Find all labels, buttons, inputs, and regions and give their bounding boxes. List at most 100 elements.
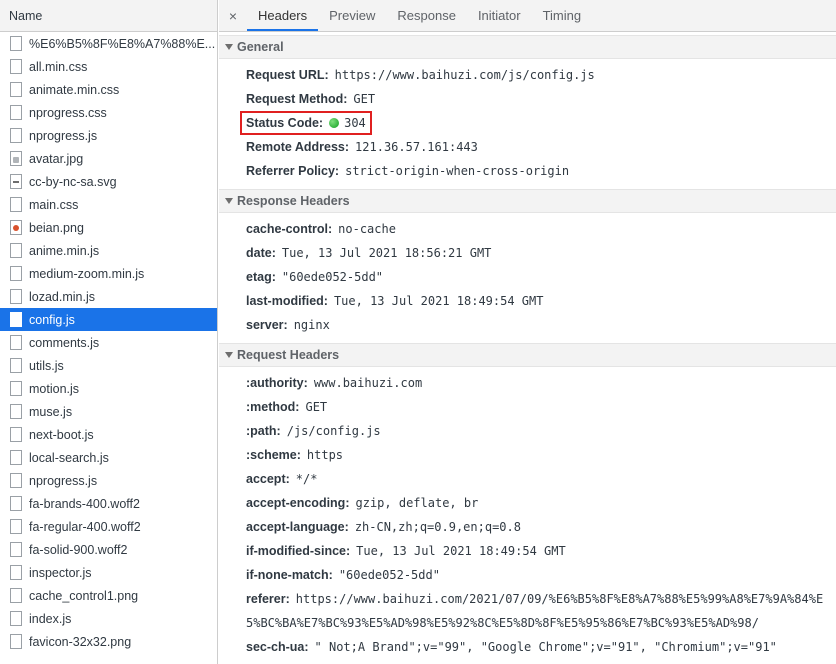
document-icon (10, 565, 22, 580)
request-list-item-name: motion.js (29, 381, 80, 396)
tab-initiator[interactable]: Initiator (467, 0, 532, 31)
request-list-item-name: animate.min.css (29, 82, 120, 97)
response-header-row: last-modified: Tue, 13 Jul 2021 18:49:54 … (219, 289, 836, 313)
request-list-item-name: nprogress.js (29, 473, 98, 488)
status-code-key: Status Code: (246, 116, 324, 130)
request-list-item[interactable]: main.css (0, 193, 217, 216)
request-list-item[interactable]: index.js (0, 607, 217, 630)
request-list-item-name: nprogress.css (29, 105, 107, 120)
name-column-header[interactable]: Name (0, 0, 217, 32)
request-url-row: Request URL: https://www.baihuzi.com/js/… (219, 63, 836, 87)
request-header-key: sec-ch-ua: (246, 640, 309, 654)
document-icon (10, 82, 22, 97)
document-icon (10, 519, 22, 534)
request-list-item[interactable]: %E6%B5%8F%E8%A7%88%E... (0, 32, 217, 55)
response-header-value: "60ede052-5dd" (281, 270, 384, 284)
request-list-item[interactable]: fa-regular-400.woff2 (0, 515, 217, 538)
request-list-item[interactable]: medium-zoom.min.js (0, 262, 217, 285)
request-header-key: :method: (246, 400, 300, 414)
request-list-item-name: inspector.js (29, 565, 92, 580)
document-icon (10, 105, 22, 120)
request-header-value: GET (305, 400, 328, 414)
request-list-item[interactable]: local-search.js (0, 446, 217, 469)
request-list-item[interactable]: nprogress.css (0, 101, 217, 124)
request-header-value: 5%BC%BA%E7%BC%93%E5%AD%98%E5%92%8C%E5%8D… (246, 616, 759, 630)
request-list-item[interactable]: cc-by-nc-sa.svg (0, 170, 217, 193)
request-list-item[interactable]: comments.js (0, 331, 217, 354)
request-header-row: :authority: www.baihuzi.com (219, 371, 836, 395)
request-header-row: accept: */* (219, 467, 836, 491)
request-list-item-name: beian.png (29, 220, 84, 235)
request-list-item[interactable]: beian.png (0, 216, 217, 239)
status-code-row: Status Code: 304 (219, 111, 836, 135)
request-list-item[interactable]: motion.js (0, 377, 217, 400)
document-icon (10, 289, 22, 304)
request-list-item-name: utils.js (29, 358, 64, 373)
request-list-item-name: fa-brands-400.woff2 (29, 496, 140, 511)
document-icon (10, 243, 22, 258)
request-list-item[interactable]: utils.js (0, 354, 217, 377)
response-headers-title: Response Headers (237, 194, 350, 208)
request-list-item[interactable]: nprogress.js (0, 124, 217, 147)
request-header-value: " Not;A Brand";v="99", "Google Chrome";v… (314, 640, 777, 654)
document-icon (10, 128, 22, 143)
request-list-item[interactable]: fa-solid-900.woff2 (0, 538, 217, 561)
request-header-value: Tue, 13 Jul 2021 18:49:54 GMT (356, 544, 566, 558)
expand-triangle-icon (225, 198, 233, 204)
expand-triangle-icon (225, 352, 233, 358)
request-list-item[interactable]: favicon-32x32.png (0, 630, 217, 653)
request-list-item-name: cc-by-nc-sa.svg (29, 174, 117, 189)
document-icon (10, 542, 22, 557)
request-header-row: :scheme: https (219, 443, 836, 467)
document-icon (10, 381, 22, 396)
request-list-item[interactable]: anime.min.js (0, 239, 217, 262)
tab-timing[interactable]: Timing (532, 0, 593, 31)
document-icon (10, 197, 22, 212)
request-list-item[interactable]: muse.js (0, 400, 217, 423)
response-header-value: nginx (293, 318, 330, 332)
status-code-value: 304 (344, 116, 366, 130)
request-list-item[interactable]: fa-brands-400.woff2 (0, 492, 217, 515)
request-list-item-name: main.css (29, 197, 79, 212)
headers-panel: × Headers Preview Response Initiator Tim… (219, 0, 836, 664)
request-list-item[interactable]: animate.min.css (0, 78, 217, 101)
request-list-item-name: %E6%B5%8F%E8%A7%88%E... (29, 36, 216, 51)
request-list-item[interactable]: cache_control1.png (0, 584, 217, 607)
request-header-row-continuation: 5%BC%BA%E7%BC%93%E5%AD%98%E5%92%8C%E5%8D… (219, 611, 836, 635)
request-list-item-name: comments.js (29, 335, 100, 350)
request-list-item[interactable]: all.min.css (0, 55, 217, 78)
document-icon (10, 266, 22, 281)
tab-headers[interactable]: Headers (247, 0, 319, 31)
tab-preview[interactable]: Preview (318, 0, 386, 31)
tab-response[interactable]: Response (386, 0, 467, 31)
request-header-key: accept: (246, 472, 290, 486)
request-list-item[interactable]: inspector.js (0, 561, 217, 584)
request-list-item-name: lozad.min.js (29, 289, 95, 304)
request-list-item[interactable]: next-boot.js (0, 423, 217, 446)
document-icon (10, 335, 22, 350)
request-header-row: accept-language: zh-CN,zh;q=0.9,en;q=0.8 (219, 515, 836, 539)
general-section-header[interactable]: General (219, 35, 836, 59)
request-header-row: :path: /js/config.js (219, 419, 836, 443)
request-header-key: :path: (246, 424, 281, 438)
request-list-item[interactable]: lozad.min.js (0, 285, 217, 308)
request-list-item[interactable]: nprogress.js (0, 469, 217, 492)
request-method-row: Request Method: GET (219, 87, 836, 111)
request-list-item-name: fa-solid-900.woff2 (29, 542, 128, 557)
close-icon[interactable]: × (219, 0, 247, 31)
request-header-row: if-modified-since: Tue, 13 Jul 2021 18:49… (219, 539, 836, 563)
document-icon (10, 450, 22, 465)
referrer-policy-row: Referrer Policy: strict-origin-when-cros… (219, 159, 836, 183)
document-icon (10, 588, 22, 603)
request-list: %E6%B5%8F%E8%A7%88%E... all.min.css animat… (0, 32, 217, 653)
request-list-item[interactable]: avatar.jpg (0, 147, 217, 170)
response-headers-section-header[interactable]: Response Headers (219, 189, 836, 213)
request-list-item[interactable]: config.js (0, 308, 217, 331)
request-header-row: accept-encoding: gzip, deflate, br (219, 491, 836, 515)
request-header-key: if-modified-since: (246, 544, 351, 558)
request-list-item-name: anime.min.js (29, 243, 100, 258)
response-header-value: no-cache (338, 222, 396, 236)
request-header-value: "60ede052-5dd" (338, 568, 440, 582)
request-headers-section-header[interactable]: Request Headers (219, 343, 836, 367)
request-header-value: https://www.baihuzi.com/2021/07/09/%E6%B… (295, 592, 824, 606)
